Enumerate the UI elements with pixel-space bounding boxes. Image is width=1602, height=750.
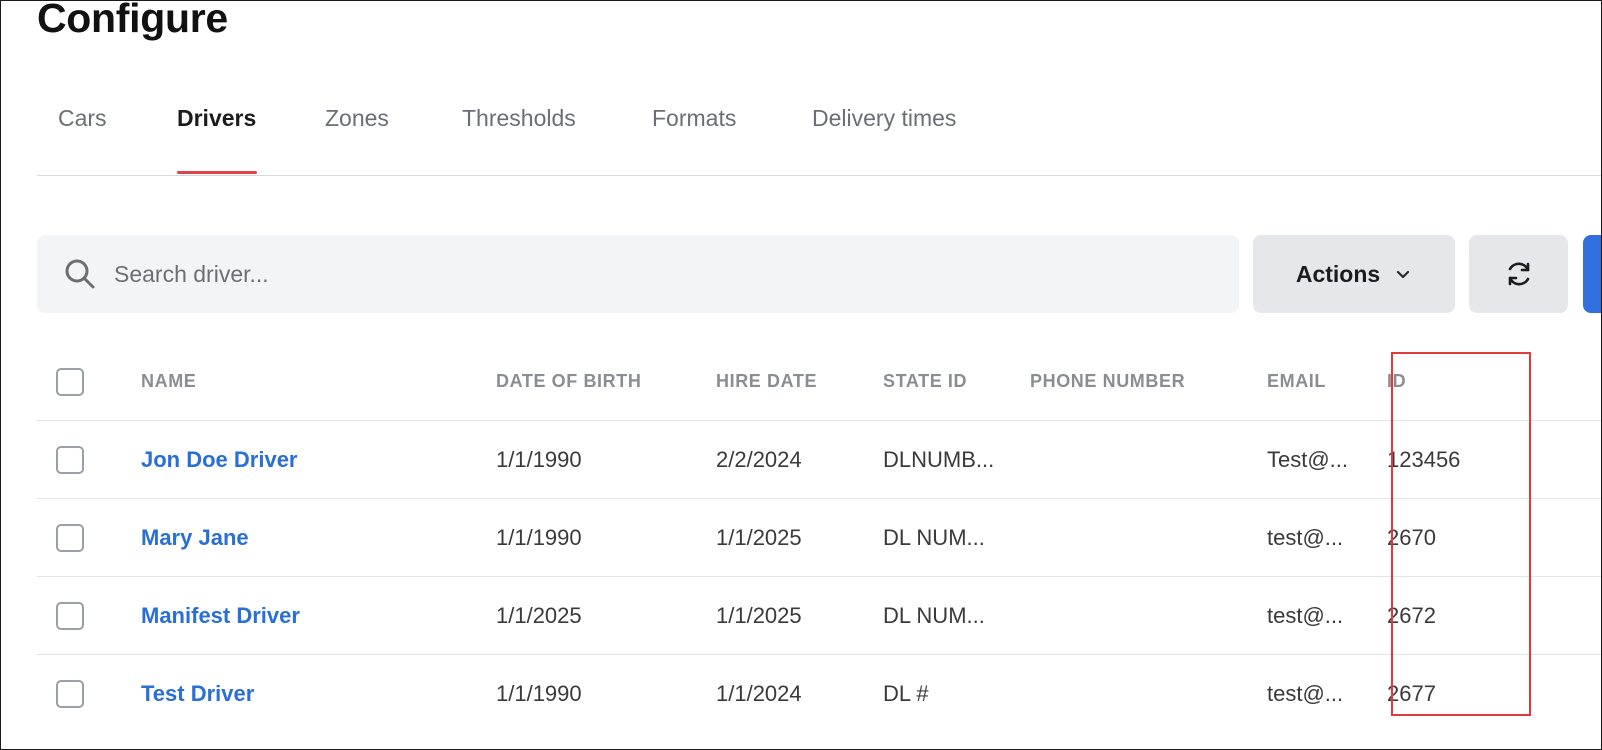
hire-date-cell: 2/2/2024 [716, 446, 802, 472]
refresh-icon [1508, 262, 1529, 286]
configure-page: Configure Cars Drivers Zones Thresholds … [0, 0, 1602, 750]
date-of-birth-cell: 1/1/2025 [496, 602, 582, 628]
column-header-hire-date[interactable]: HIRE DATE [716, 343, 817, 420]
row-checkbox[interactable] [56, 523, 84, 552]
state-id-cell: DL NUM... [883, 602, 985, 628]
tab-bar: Cars Drivers Zones Thresholds Formats De… [37, 91, 1601, 176]
actions-button[interactable]: Actions [1253, 235, 1455, 313]
id-cell: 2672 [1387, 602, 1436, 628]
driver-name-link[interactable]: Mary Jane [141, 525, 249, 551]
search-input[interactable] [114, 251, 1214, 297]
drivers-table: NAME DATE OF BIRTH HIRE DATE STATE ID PH… [37, 343, 1601, 733]
table-header-row: NAME DATE OF BIRTH HIRE DATE STATE ID PH… [37, 343, 1601, 421]
state-id-cell: DLNUMB... [883, 446, 995, 472]
driver-name-link[interactable]: Manifest Driver [141, 603, 300, 629]
refresh-button[interactable] [1469, 235, 1568, 313]
tab-zones[interactable]: Zones [325, 105, 389, 132]
date-of-birth-cell: 1/1/1990 [496, 681, 582, 706]
date-of-birth-cell: 1/1/1990 [496, 524, 582, 550]
driver-name-link[interactable]: Jon Doe Driver [141, 447, 298, 473]
column-header-date-of-birth[interactable]: DATE OF BIRTH [496, 343, 641, 420]
table-row[interactable]: Mary Jane 1/1/1990 1/1/2025 DL NUM... te… [37, 499, 1601, 577]
toolbar: Actions [37, 235, 1601, 313]
active-tab-indicator [177, 171, 257, 174]
tab-thresholds[interactable]: Thresholds [462, 105, 576, 132]
date-of-birth-cell: 1/1/1990 [496, 446, 582, 472]
page-title: Configure [37, 0, 228, 41]
primary-action-button[interactable] [1583, 235, 1601, 313]
search-box[interactable] [37, 235, 1239, 313]
tab-drivers[interactable]: Drivers [177, 105, 256, 132]
table-row[interactable]: Jon Doe Driver 1/1/1990 2/2/2024 DLNUMB.… [37, 421, 1601, 499]
email-cell: test@... [1267, 681, 1344, 706]
id-cell: 2677 [1387, 681, 1436, 706]
chevron-down-icon [1397, 270, 1410, 279]
select-all-cell [56, 343, 84, 420]
tab-cars[interactable]: Cars [58, 105, 107, 132]
table-row[interactable]: Manifest Driver 1/1/2025 1/1/2025 DL NUM… [37, 577, 1601, 655]
driver-name-link[interactable]: Test Driver [141, 681, 254, 707]
state-id-cell: DL # [883, 681, 929, 706]
column-header-name[interactable]: NAME [141, 343, 196, 420]
column-header-state-id[interactable]: STATE ID [883, 343, 967, 420]
hire-date-cell: 1/1/2024 [716, 681, 802, 706]
row-select-cell [56, 655, 84, 733]
column-header-email[interactable]: EMAIL [1267, 343, 1326, 420]
column-header-id[interactable]: ID [1387, 343, 1406, 420]
hire-date-cell: 1/1/2025 [716, 524, 802, 550]
hire-date-cell: 1/1/2025 [716, 602, 802, 628]
search-icon [65, 259, 95, 289]
state-id-cell: DL NUM... [883, 524, 985, 550]
row-checkbox[interactable] [56, 445, 84, 474]
id-cell: 2670 [1387, 524, 1436, 550]
email-cell: Test@... [1267, 446, 1349, 472]
column-header-phone-number[interactable]: PHONE NUMBER [1030, 343, 1185, 420]
id-cell: 123456 [1387, 446, 1461, 472]
tab-delivery-times[interactable]: Delivery times [812, 105, 956, 132]
table-row[interactable]: Test Driver 1/1/1990 1/1/2024 DL # test@… [37, 655, 1601, 733]
email-cell: test@... [1267, 524, 1344, 550]
actions-button-label: Actions [1295, 260, 1381, 287]
row-select-cell [56, 577, 84, 654]
row-select-cell [56, 499, 84, 576]
select-all-checkbox[interactable] [56, 367, 84, 396]
row-checkbox[interactable] [56, 680, 84, 708]
tab-formats[interactable]: Formats [652, 105, 736, 132]
row-checkbox[interactable] [56, 601, 84, 630]
email-cell: test@... [1267, 602, 1344, 628]
row-select-cell [56, 421, 84, 498]
